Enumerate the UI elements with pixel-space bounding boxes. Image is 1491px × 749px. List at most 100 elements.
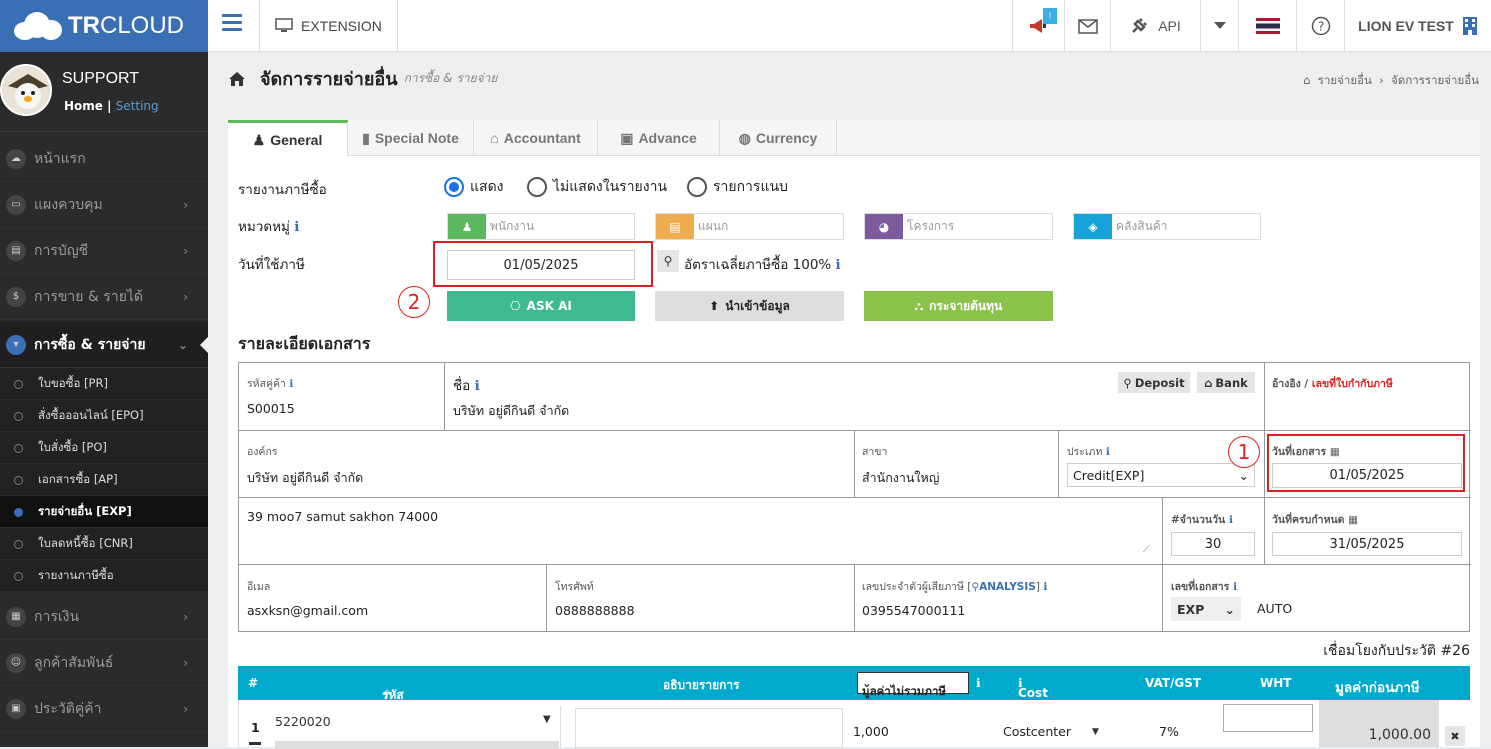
radio-show[interactable]: แสดง [444, 176, 504, 198]
account-select[interactable]: 5220020 ▼ [271, 706, 561, 749]
distribute-cost-button[interactable]: ⛬ กระจายต้นทุน [864, 291, 1053, 321]
tab-special-note[interactable]: ▮ Special Note [348, 120, 474, 156]
tab-accountant[interactable]: ⌂ Accountant [474, 120, 598, 156]
svg-text:?: ? [1317, 20, 1323, 34]
extension-label: EXTENSION [301, 18, 382, 34]
tab-advance[interactable]: ▣ Advance [598, 120, 720, 156]
phone-value[interactable]: 0888888888 [555, 603, 635, 618]
account-value: 5220020 [275, 714, 331, 729]
vendor-code-label: รหัสคู่ค้า ℹ [247, 378, 294, 390]
brand-rest: CLOUD [100, 12, 185, 39]
vendor-name[interactable]: บริษัท อยู่ดีกินดี จำกัด [453, 401, 569, 421]
analysis-link[interactable]: ANALYSIS [979, 581, 1036, 593]
menu-dashboard[interactable]: ▭ แผงควบคุม › [0, 182, 208, 228]
days-input[interactable]: 30 [1171, 532, 1255, 556]
chevron-down-icon: ⌄ [177, 337, 188, 352]
org-value[interactable]: บริษัท อยู่ดีกินดี จำกัด [247, 468, 363, 488]
mail-button[interactable] [1064, 0, 1110, 52]
caret-down-icon: ▼ [543, 714, 551, 725]
description-textarea[interactable] [575, 708, 843, 748]
menu-sales[interactable]: $ การขาย & รายได้ › [0, 274, 208, 320]
address-textarea[interactable]: 39 moo7 samut sakhon 74000 [247, 509, 438, 524]
announcement-button[interactable]: ! [1012, 0, 1064, 52]
submenu-epo[interactable]: สั่งซื้อออนไลน์ [EPO] [0, 400, 208, 432]
brand-logo[interactable]: TR CLOUD [0, 0, 208, 52]
company-button[interactable]: LION EV TEST [1344, 0, 1491, 52]
help-button[interactable]: ? [1296, 0, 1344, 52]
row-drag-handle[interactable] [249, 742, 261, 745]
vendor-code[interactable]: S00015 [247, 401, 295, 416]
monitor-icon: ▭ [6, 194, 26, 215]
bank-button[interactable]: ⌂ Bank [1197, 372, 1255, 393]
home-link[interactable]: Home [64, 99, 103, 113]
note-icon: ▮ [362, 129, 370, 146]
submenu-tax-report[interactable]: รายงานภาษีซื้อ [0, 560, 208, 592]
tab-currency[interactable]: ◍ Currency [720, 120, 837, 156]
submenu-ap[interactable]: เอกสารซื้อ [AP] [0, 464, 208, 496]
import-button[interactable]: ⬆ นำเข้าข้อมูล [655, 291, 844, 321]
col-amount: มูลค่าก่อนภาษี [1335, 680, 1420, 696]
home-icon[interactable]: ⌂ [1303, 73, 1310, 87]
deposit-button[interactable]: ⚲ Deposit [1118, 372, 1190, 393]
email-value[interactable]: asxksn@gmail.com [247, 603, 368, 618]
due-input[interactable]: 31/05/2025 [1272, 532, 1462, 556]
taxid-label: เลขประจำตัวผู้เสียภาษี [⚲ANALYSIS] ℹ [862, 581, 1048, 593]
vendor-code-cell [239, 363, 445, 431]
menu-crm[interactable]: ☺ ลูกค้าสัมพันธ์ › [0, 640, 208, 686]
submenu-exp[interactable]: รายจ่ายอื่น [EXP] [0, 496, 208, 528]
wht-input[interactable] [1223, 704, 1313, 732]
type-select[interactable]: Credit[EXP] ⌄ [1067, 463, 1255, 487]
breadcrumb-item[interactable]: รายจ่ายอื่น [1318, 73, 1372, 87]
api-button[interactable]: API [1110, 0, 1200, 52]
menu-accounting[interactable]: ▤ การบัญชี › [0, 228, 208, 274]
menu-finance[interactable]: ▦ การเงิน › [0, 594, 208, 640]
history-link[interactable]: เชื่อมโยงกับประวัติ #26 [1323, 640, 1470, 662]
user-name: SUPPORT [62, 70, 140, 87]
employee-field[interactable]: ♟ พนักงาน [447, 213, 635, 240]
resize-handle-icon[interactable]: ⟋ [1143, 545, 1149, 555]
warehouse-field[interactable]: ◈ คลังสินค้า [1073, 213, 1261, 240]
info-icon: ℹ [976, 676, 981, 690]
cloud-icon: ☁ [6, 148, 26, 169]
language-button[interactable] [1238, 0, 1296, 52]
department-field[interactable]: ▤ แผนก [655, 213, 844, 240]
submenu-cnr[interactable]: ใบลดหนี้ซื้อ [CNR] [0, 528, 208, 560]
cost-center-select[interactable]: Costcenter [1003, 724, 1071, 739]
docno-prefix-select[interactable]: EXP ⌄ [1171, 597, 1241, 621]
submenu-label: รายงานภาษีซื้อ [38, 567, 114, 582]
setting-link[interactable]: Setting [116, 99, 159, 113]
menu-label: การเงิน [34, 608, 80, 625]
dropdown-button[interactable] [1200, 0, 1238, 52]
tab-label: Currency [755, 130, 818, 146]
menu-label: การซื้อ & รายจ่าย [34, 336, 146, 353]
menu-toggle-icon[interactable] [222, 14, 242, 32]
extension-button[interactable]: EXTENSION [259, 0, 398, 52]
book-icon: ▤ [6, 240, 26, 261]
project-field[interactable]: ◕ โครงการ [864, 213, 1053, 240]
name-label: ชื่อ ℹ [453, 378, 480, 394]
price-type-select[interactable]: มูลค่าไม่รวมภาษี ⌄ [857, 672, 969, 698]
notification-badge: ! [1043, 8, 1057, 24]
search-icon[interactable]: ⚲ [657, 250, 679, 272]
user-icon: ♟ [448, 214, 486, 239]
tab-general[interactable]: ♟ General [228, 120, 348, 157]
ref-label: อ้างอิง / เลขที่ใบกำกับภาษี [1272, 378, 1393, 390]
radio-attached[interactable]: รายการแนบ [687, 176, 788, 198]
menu-purchases[interactable]: ▾ การซื้อ & รายจ่าย ⌄ [0, 322, 208, 368]
ask-ai-button[interactable]: ⎔ ASK AI [447, 291, 635, 321]
form-card: ♟ General ▮ Special Note ⌂ Accountant ▣ Adva… [228, 120, 1480, 749]
monitor-icon [275, 18, 293, 32]
submenu-po[interactable]: ใบสั่งซื้อ [PO] [0, 432, 208, 464]
vat-value[interactable]: 7% [1159, 724, 1179, 739]
menu-partner-history[interactable]: ▣ ประวัติคู่ค้า › [0, 686, 208, 732]
row-price[interactable]: 1,000 [853, 724, 889, 739]
taxid-value[interactable]: 0395547000111 [862, 603, 965, 618]
branch-value[interactable]: สำนักงานใหญ่ [862, 468, 939, 488]
submenu-pr[interactable]: ใบขอซื้อ [PR] [0, 368, 208, 400]
users-icon: ☺ [6, 652, 26, 673]
delete-row-button[interactable]: ✖ [1445, 726, 1465, 746]
radio-hide[interactable]: ไม่แสดงในรายงาน [527, 176, 667, 198]
menu-home[interactable]: ☁ หน้าแรก [0, 136, 208, 182]
avatar[interactable] [0, 64, 52, 116]
chevron-right-icon: › [183, 197, 188, 212]
